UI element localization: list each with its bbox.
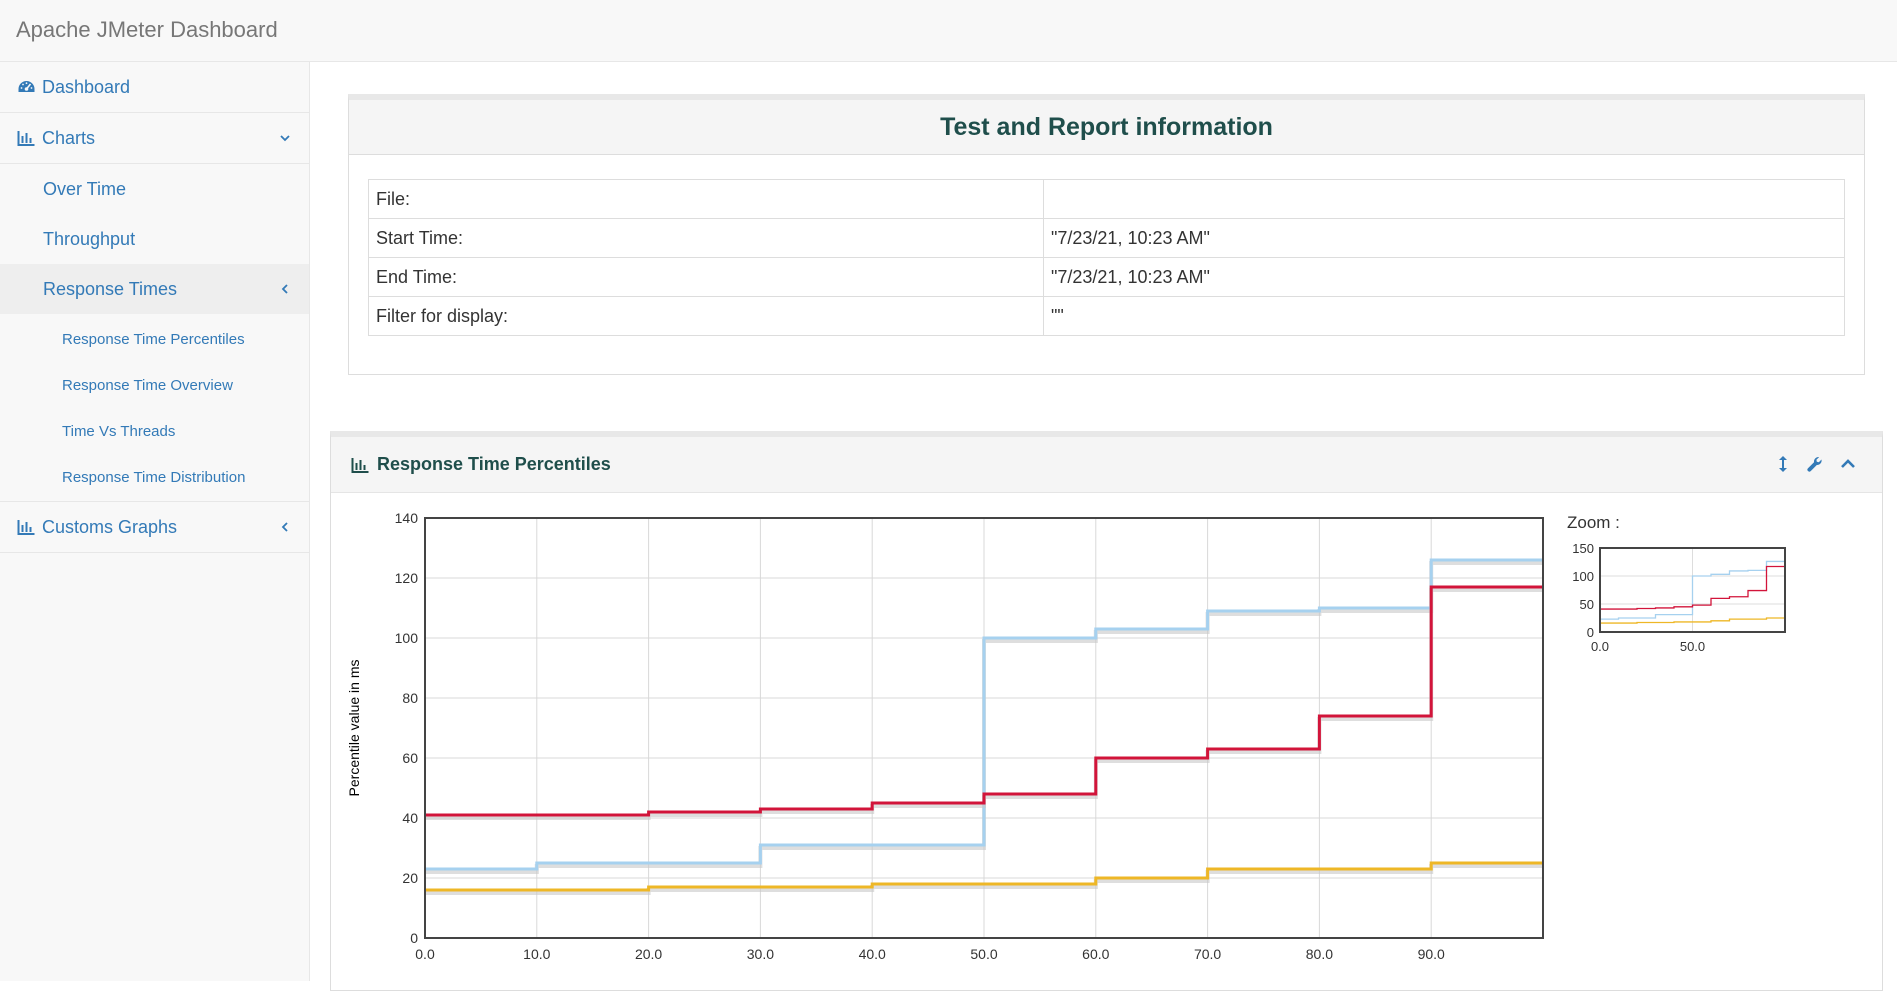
sidebar-item-dashboard[interactable]: Dashboard bbox=[0, 62, 309, 113]
top-navbar: Apache JMeter Dashboard bbox=[0, 0, 1897, 62]
chart-panel-header: Response Time Percentiles bbox=[331, 437, 1882, 493]
sidebar-item-customs-graphs[interactable]: Customs Graphs bbox=[0, 502, 309, 553]
y-tick-label: 120 bbox=[395, 570, 419, 586]
info-panel-header: Test and Report information bbox=[349, 100, 1864, 155]
zoom-label: Zoom : bbox=[1567, 513, 1620, 532]
info-value bbox=[1043, 179, 1845, 219]
sidebar-item-label: Over Time bbox=[43, 178, 127, 199]
percentiles-chart[interactable]: 0.0 10.0 20.0 30.0 40.0 50.0 60.0 70.0 80.0 90.0 0… bbox=[331, 493, 1884, 1003]
x-tick-label: 10.0 bbox=[523, 946, 550, 962]
table-row: File: bbox=[368, 179, 1845, 219]
sidebar-item-response-time-distribution[interactable]: Response Time Distribution bbox=[0, 454, 309, 500]
table-row: Start Time: "7/23/21, 10:23 AM" bbox=[368, 218, 1845, 258]
sidebar-item-label: Response Time Distribution bbox=[62, 468, 246, 486]
zoom-y-tick-label: 50 bbox=[1580, 597, 1594, 612]
x-tick-label: 50.0 bbox=[970, 946, 997, 962]
info-label: Filter for display: bbox=[368, 296, 1044, 336]
table-row: End Time: "7/23/21, 10:23 AM" bbox=[368, 257, 1845, 297]
table-row: Filter for display: "" bbox=[368, 296, 1845, 336]
bar-chart-icon bbox=[17, 131, 35, 146]
info-value: "" bbox=[1043, 296, 1845, 336]
test-report-info-panel: Test and Report information File: Start … bbox=[348, 94, 1865, 375]
dashboard-gauge-icon bbox=[18, 81, 35, 92]
chart-panel-title: Response Time Percentiles bbox=[377, 454, 611, 474]
y-tick-label: 60 bbox=[402, 750, 418, 766]
sidebar-item-label: Response Times bbox=[43, 278, 178, 299]
chevron-left-icon bbox=[281, 284, 288, 294]
y-tick-label: 100 bbox=[395, 630, 419, 646]
sidebar-item-label: Response Time Percentiles bbox=[62, 330, 245, 348]
wrench-icon[interactable] bbox=[1806, 455, 1824, 473]
bar-chart-icon bbox=[17, 520, 35, 535]
zoom-x-tick-label: 50.0 bbox=[1680, 639, 1705, 654]
x-tick-label: 90.0 bbox=[1418, 946, 1445, 962]
sidebar-item-label: Response Time Overview bbox=[62, 376, 233, 394]
info-panel-title: Test and Report information bbox=[940, 112, 1273, 141]
info-value: "7/23/21, 10:23 AM" bbox=[1043, 218, 1845, 258]
response-time-percentiles-panel: Response Time Percentiles 0.0 10.0 20.0 30.… bbox=[330, 431, 1883, 991]
sidebar-item-time-vs-threads[interactable]: Time Vs Threads bbox=[0, 408, 309, 454]
chevron-down-icon bbox=[280, 135, 290, 142]
zoom-y-tick-label: 150 bbox=[1572, 541, 1594, 556]
info-table: File: Start Time: "7/23/21, 10:23 AM" En… bbox=[368, 179, 1845, 336]
sidebar: Dashboard Charts Over Time Throughput Re… bbox=[0, 62, 310, 981]
info-label: End Time: bbox=[368, 257, 1044, 297]
x-tick-label: 40.0 bbox=[859, 946, 886, 962]
x-tick-label: 70.0 bbox=[1194, 946, 1221, 962]
x-tick-label: 0.0 bbox=[415, 946, 435, 962]
zoom-y-tick-label: 0 bbox=[1587, 625, 1594, 640]
sidebar-item-response-time-percentiles[interactable]: Response Time Percentiles bbox=[0, 316, 309, 362]
sidebar-item-response-times[interactable]: Response Times bbox=[0, 264, 309, 314]
x-tick-label: 60.0 bbox=[1082, 946, 1109, 962]
y-tick-label: 20 bbox=[402, 870, 418, 886]
x-tick-label: 80.0 bbox=[1306, 946, 1333, 962]
sidebar-item-label: Time Vs Threads bbox=[62, 422, 176, 440]
info-label: File: bbox=[368, 179, 1044, 219]
chevron-up-icon[interactable] bbox=[1839, 455, 1857, 473]
app-title[interactable]: Apache JMeter Dashboard bbox=[16, 17, 278, 43]
zoom-y-tick-label: 100 bbox=[1572, 569, 1594, 584]
bar-chart-icon bbox=[351, 458, 369, 473]
sidebar-item-label: Charts bbox=[42, 127, 96, 148]
y-tick-label: 80 bbox=[402, 690, 418, 706]
y-tick-label: 140 bbox=[395, 510, 419, 526]
sidebar-item-label: Dashboard bbox=[42, 76, 131, 97]
sidebar-item-throughput[interactable]: Throughput bbox=[0, 214, 309, 264]
resize-vertical-icon[interactable] bbox=[1774, 455, 1792, 473]
y-tick-label: 40 bbox=[402, 810, 418, 826]
sidebar-item-over-time[interactable]: Over Time bbox=[0, 164, 309, 214]
info-value: "7/23/21, 10:23 AM" bbox=[1043, 257, 1845, 297]
info-label: Start Time: bbox=[368, 218, 1044, 258]
sidebar-item-response-time-overview[interactable]: Response Time Overview bbox=[0, 362, 309, 408]
sidebar-item-label: Throughput bbox=[43, 228, 136, 249]
sidebar-item-label: Customs Graphs bbox=[42, 516, 178, 537]
y-axis-label: Percentile value in ms bbox=[346, 660, 362, 797]
chevron-left-icon bbox=[281, 522, 288, 532]
sidebar-item-charts[interactable]: Charts bbox=[0, 113, 309, 164]
x-tick-label: 30.0 bbox=[747, 946, 774, 962]
x-tick-label: 20.0 bbox=[635, 946, 662, 962]
zoom-x-tick-label: 0.0 bbox=[1591, 639, 1609, 654]
y-tick-label: 0 bbox=[410, 930, 418, 946]
